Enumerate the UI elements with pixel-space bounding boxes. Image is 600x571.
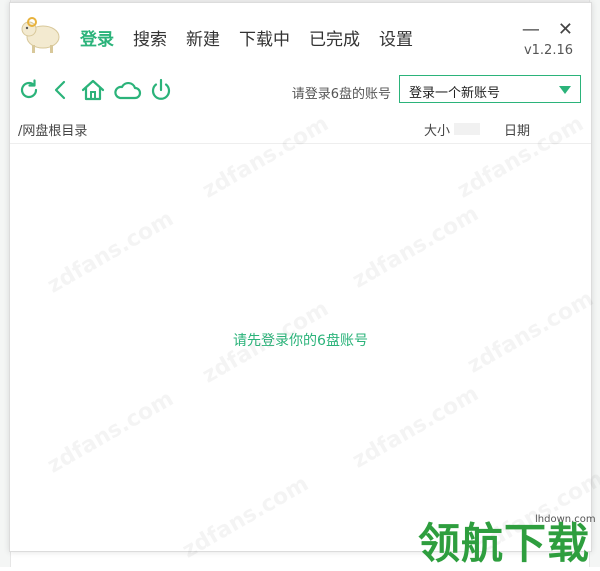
toolbar: 请登录6盘的账号 登录一个新账号	[10, 73, 591, 109]
dropdown-arrow-icon	[559, 86, 571, 94]
nav-settings-tab[interactable]: 设置	[379, 25, 413, 50]
empty-state-message: 请先登录你的6盘账号	[233, 333, 368, 349]
cloud-icon[interactable]	[112, 77, 142, 103]
power-icon[interactable]	[148, 77, 174, 103]
version-label: v1.2.16	[523, 43, 573, 58]
current-path-label: /网盘根目录	[18, 124, 88, 139]
title-bar: 登录 搜索 新建 下载中 已完成 设置 — ✕ v1.2.16	[10, 3, 591, 69]
nav-new-tab[interactable]: 新建	[186, 25, 220, 50]
account-select[interactable]: 登录一个新账号	[399, 75, 581, 103]
size-column-header[interactable]: 大小	[424, 120, 450, 139]
nav-login-tab[interactable]: 登录	[80, 25, 114, 50]
file-list-header: /网盘根目录 大小 日期	[10, 115, 591, 144]
sheep-logo-icon	[21, 17, 60, 53]
file-list-area: 请先登录你的6盘账号	[10, 144, 591, 550]
login-hint-label: 请登录6盘的账号	[291, 87, 391, 102]
nav-completed-tab[interactable]: 已完成	[309, 25, 360, 50]
main-nav: 登录 搜索 新建 下载中 已完成 设置	[80, 25, 432, 50]
nav-search-tab[interactable]: 搜索	[133, 25, 167, 50]
nav-downloading-tab[interactable]: 下载中	[239, 25, 290, 50]
close-button[interactable]: ✕	[558, 21, 573, 39]
back-icon[interactable]	[48, 77, 74, 103]
brand-overlay-url: lhdown.com	[535, 514, 596, 525]
column-resize-handle[interactable]	[454, 123, 480, 135]
account-select-value: 登录一个新账号	[409, 86, 501, 101]
window-controls: — ✕	[522, 21, 573, 39]
home-icon[interactable]	[80, 77, 106, 103]
date-column-header[interactable]: 日期	[504, 120, 530, 139]
app-window: 登录 搜索 新建 下载中 已完成 设置 — ✕ v1.2.16 请登录6盘的账号…	[9, 2, 592, 552]
minimize-button[interactable]: —	[522, 21, 540, 39]
refresh-icon[interactable]	[16, 77, 42, 103]
